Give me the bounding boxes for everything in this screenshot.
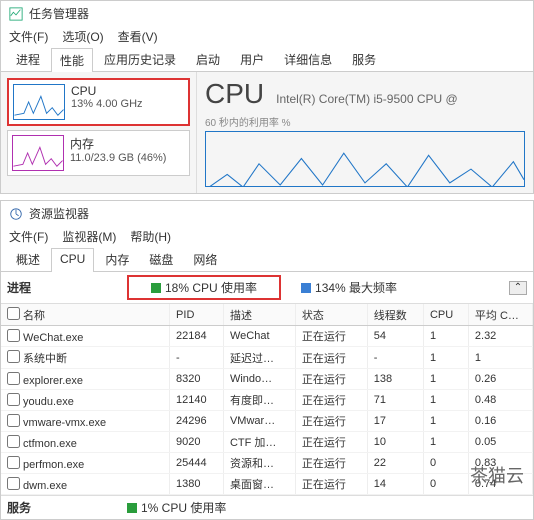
rm-tab-4[interactable]: 网络	[184, 247, 226, 271]
tm-tab-6[interactable]: 服务	[343, 47, 385, 71]
table-row[interactable]: youdu.exe12140有度即…正在运行7110.48	[1, 390, 533, 411]
tm-tab-2[interactable]: 应用历史记录	[95, 47, 185, 71]
col-4[interactable]: 线程数	[367, 304, 423, 326]
row-checkbox[interactable]	[7, 329, 20, 342]
square-green-icon	[151, 283, 161, 293]
rm-tab-3[interactable]: 磁盘	[140, 247, 182, 271]
cpu-usage-badge: 18% CPU 使用率	[127, 275, 281, 300]
tm-menu-options[interactable]: 选项(O)	[62, 28, 103, 45]
row-checkbox[interactable]	[7, 372, 20, 385]
table-row[interactable]: WeChat.exe22184WeChat正在运行5412.32	[1, 326, 533, 347]
cpu-chart	[205, 131, 525, 187]
table-row[interactable]: perfmon.exe25444资源和…正在运行2200.83	[1, 453, 533, 474]
row-checkbox[interactable]	[7, 456, 20, 469]
section-services[interactable]: 服务	[7, 499, 107, 516]
select-all-checkbox[interactable]	[7, 307, 20, 320]
row-checkbox[interactable]	[7, 435, 20, 448]
rm-menu-help[interactable]: 帮助(H)	[130, 228, 171, 245]
taskmgr-icon	[9, 7, 23, 21]
process-table: 名称PID描述状态线程数CPU平均 C… WeChat.exe22184WeCh…	[1, 304, 533, 495]
watermark: 茶猫云	[470, 462, 524, 488]
rm-menu-file[interactable]: 文件(F)	[9, 228, 48, 245]
row-checkbox[interactable]	[7, 477, 20, 490]
tm-menubar: 文件(F) 选项(O) 查看(V)	[1, 26, 533, 47]
tm-tab-0[interactable]: 进程	[7, 47, 49, 71]
table-row[interactable]: explorer.exe8320Windo…正在运行13810.26	[1, 369, 533, 390]
perf-tile-内存[interactable]: 内存11.0/23.9 GB (46%)	[7, 130, 190, 176]
table-row[interactable]: vmware-vmx.exe24296VMwar…正在运行1710.16	[1, 411, 533, 432]
tm-tab-1[interactable]: 性能	[51, 48, 93, 72]
table-row[interactable]: dwm.exe1380桌面窗…正在运行1400.74	[1, 474, 533, 495]
row-checkbox[interactable]	[7, 350, 20, 363]
freq-badge: 134% 最大频率	[301, 279, 397, 296]
svc-cpu-badge: 1% CPU 使用率	[127, 499, 226, 516]
tm-tab-4[interactable]: 用户	[231, 47, 273, 71]
collapse-icon[interactable]: ⌃	[509, 281, 527, 295]
tm-tab-5[interactable]: 详细信息	[275, 47, 341, 71]
tm-menu-file[interactable]: 文件(F)	[9, 28, 48, 45]
rm-menu-monitor[interactable]: 监视器(M)	[62, 228, 116, 245]
row-checkbox[interactable]	[7, 414, 20, 427]
col-1[interactable]: PID	[170, 304, 224, 326]
square-blue-icon	[301, 283, 311, 293]
col-3[interactable]: 状态	[295, 304, 367, 326]
table-row[interactable]: 系统中断-延迟过…正在运行-11	[1, 347, 533, 369]
cpu-heading: CPU	[205, 78, 264, 110]
square-green-icon	[127, 503, 137, 513]
rm-tab-1[interactable]: CPU	[51, 248, 94, 272]
section-processes[interactable]: 进程	[7, 279, 107, 296]
col-6[interactable]: 平均 C…	[468, 304, 532, 326]
col-2[interactable]: 描述	[223, 304, 295, 326]
table-row[interactable]: ctfmon.exe9020CTF 加…正在运行1010.05	[1, 432, 533, 453]
tm-tab-3[interactable]: 启动	[187, 47, 229, 71]
tm-title: 任务管理器	[29, 5, 89, 22]
perf-tile-cpu[interactable]: CPU13% 4.00 GHz	[7, 78, 190, 126]
tm-menu-view[interactable]: 查看(V)	[118, 28, 158, 45]
chart-label: 60 秒内的利用率 %	[205, 114, 525, 129]
row-checkbox[interactable]	[7, 393, 20, 406]
rm-tab-2[interactable]: 内存	[96, 247, 138, 271]
rm-title: 资源监视器	[29, 205, 89, 222]
resmon-icon	[9, 207, 23, 221]
col-0[interactable]: 名称	[1, 304, 170, 326]
cpu-model: Intel(R) Core(TM) i5-9500 CPU @	[276, 92, 458, 106]
rm-tab-0[interactable]: 概述	[7, 247, 49, 271]
col-5[interactable]: CPU	[423, 304, 468, 326]
